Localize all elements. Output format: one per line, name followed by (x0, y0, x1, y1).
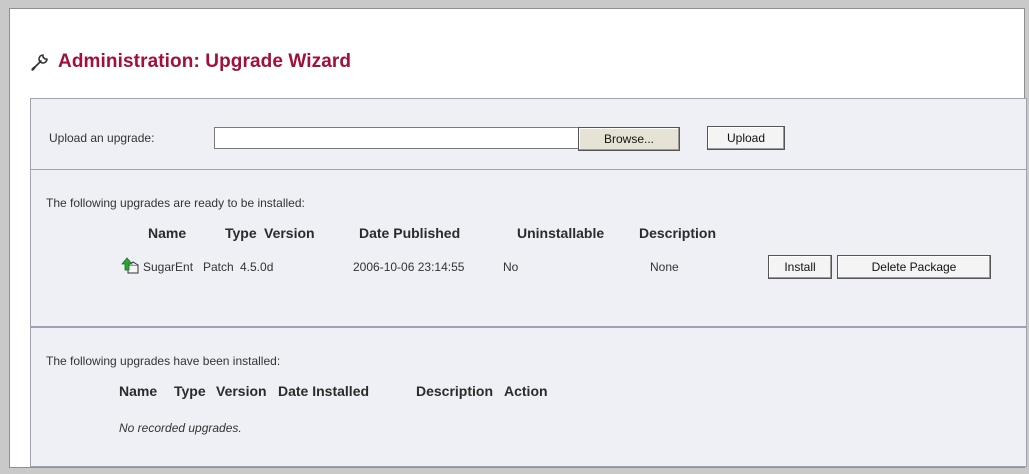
column-header-uninstallable: Uninstallable (517, 225, 605, 241)
row-version: 4.5.0d (240, 260, 274, 274)
ready-upgrades-panel: The following upgrades are ready to be i… (30, 169, 1027, 327)
installed-column-header-description: Description (416, 383, 494, 399)
upload-label: Upload an upgrade: (49, 131, 155, 145)
column-header-description: Description (639, 225, 717, 241)
empty-message: No recorded upgrades. (119, 421, 242, 435)
row-type: Patch (203, 260, 234, 274)
page-header: Administration: Upgrade Wizard (30, 47, 1020, 77)
installed-column-header-date-installed: Date Installed (278, 383, 370, 399)
upload-button[interactable]: Upload (707, 126, 785, 150)
install-button[interactable]: Install (768, 255, 832, 279)
installed-column-header-name: Name (119, 383, 158, 399)
installed-column-header-type: Type (174, 383, 206, 399)
installed-column-header-version: Version (216, 383, 267, 399)
column-header-name: Name (148, 225, 187, 241)
row-date-published: 2006-10-06 23:14:55 (353, 260, 465, 274)
row-name: SugarEnt (143, 260, 194, 274)
installed-column-header-action: Action (504, 383, 548, 399)
upload-panel: Upload an upgrade: Browse... Upload (30, 98, 1027, 170)
row-uninstallable: No (503, 260, 519, 274)
admin-frame: Administration: Upgrade Wizard Upload an… (9, 8, 1027, 468)
page-title: Administration: Upgrade Wizard (58, 51, 352, 72)
column-header-version: Version (264, 225, 315, 241)
upload-file-input[interactable] (214, 127, 593, 149)
ready-section-label: The following upgrades are ready to be i… (46, 196, 305, 210)
installed-upgrades-panel: The following upgrades have been install… (30, 327, 1027, 467)
row-description: None (650, 260, 679, 274)
delete-package-button[interactable]: Delete Package (837, 255, 991, 279)
wrench-icon (30, 52, 50, 72)
browse-button[interactable]: Browse... (578, 127, 680, 151)
upgrade-package-icon (121, 256, 141, 276)
column-header-date-published: Date Published (359, 225, 461, 241)
column-header-type: Type (225, 225, 257, 241)
installed-section-label: The following upgrades have been install… (46, 354, 281, 368)
